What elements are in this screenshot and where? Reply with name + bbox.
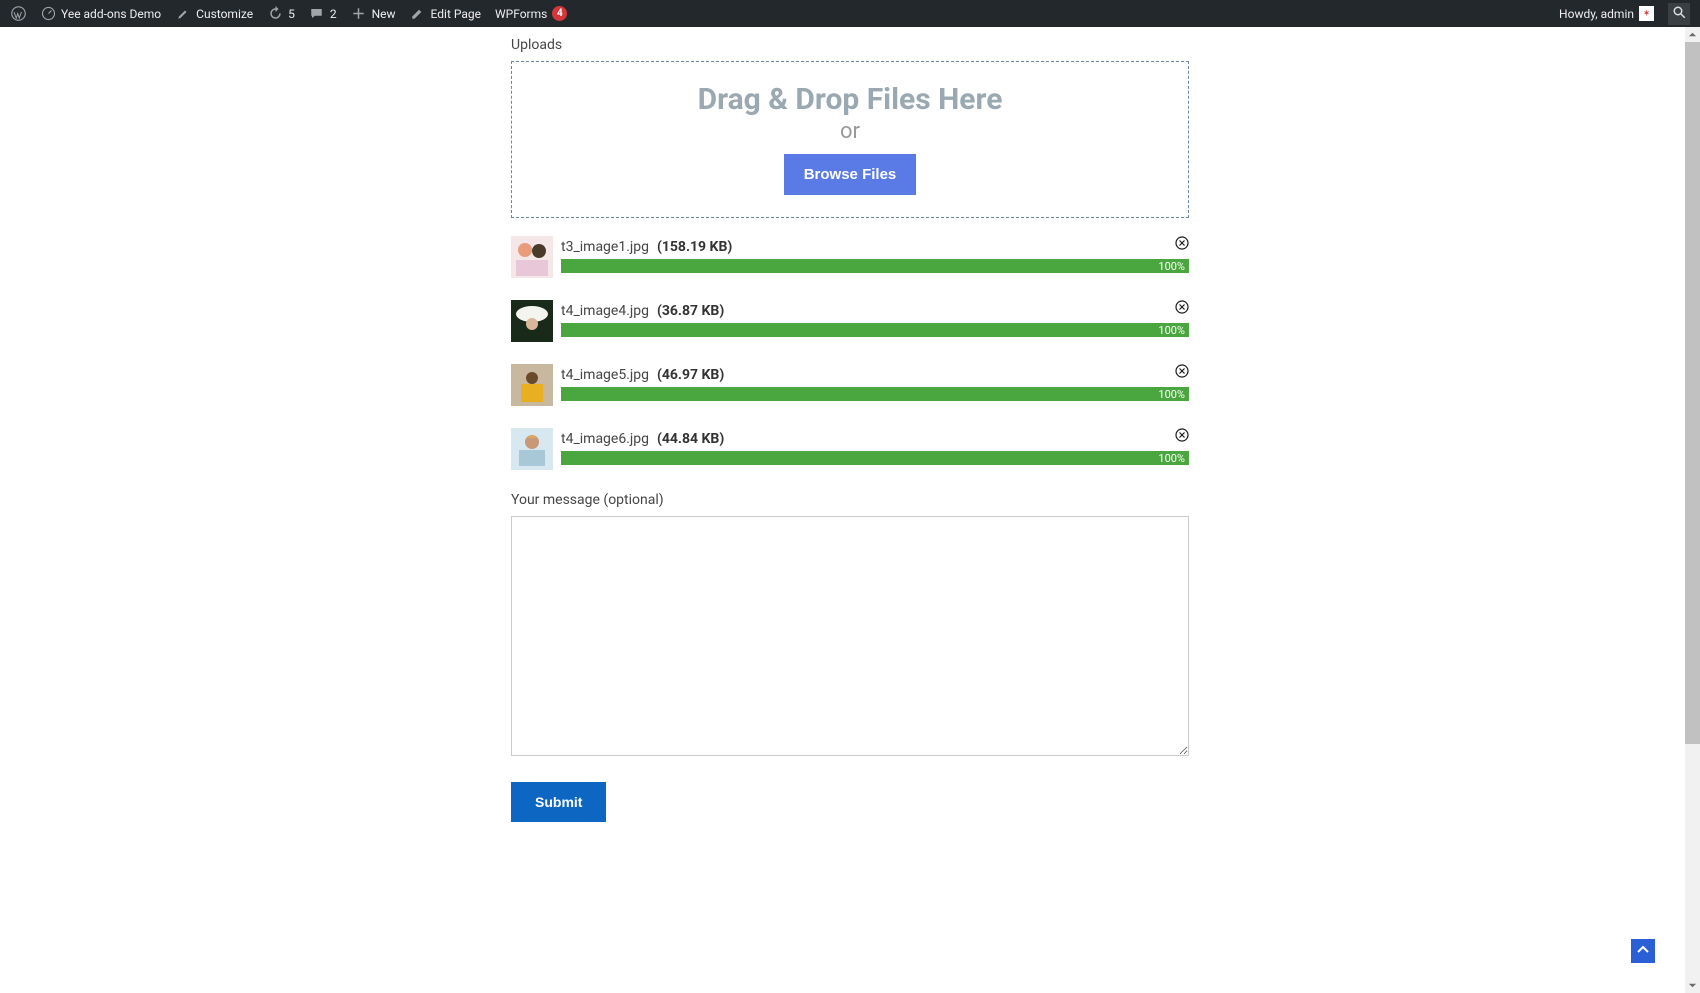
upload-filename: t4_image5.jpg [561,367,649,383]
upload-progress-bar: 100% [561,451,1189,465]
remove-file-button[interactable] [1175,300,1189,314]
upload-progress-label: 100% [1158,388,1189,401]
edit-page-label: Edit Page [431,7,481,21]
upload-progress-bar: 100% [561,323,1189,337]
upload-filename: t3_image1.jpg [561,239,649,255]
wpforms-label: WPForms [495,7,547,21]
uploads-label: Uploads [511,37,1189,53]
upload-filesize: (36.87 KB) [657,303,724,319]
scroll-up-arrow[interactable] [1685,27,1700,42]
upload-row: t4_image6.jpg (44.84 KB) 100% [511,428,1189,470]
upload-progress-label: 100% [1158,324,1189,337]
upload-header: t3_image1.jpg (158.19 KB) [561,236,1189,255]
file-dropzone[interactable]: Drag & Drop Files Here or Browse Files [511,61,1189,218]
customize-label: Customize [196,7,253,21]
upload-header: t4_image4.jpg (36.87 KB) [561,300,1189,319]
upload-filesize: (46.97 KB) [657,367,724,383]
new-label: New [372,7,396,21]
upload-row: t4_image4.jpg (36.87 KB) 100% [511,300,1189,342]
wpforms-badge: 4 [552,6,567,21]
admin-bar-right: Howdy, admin ✶ [1559,3,1690,25]
upload-info: t4_image4.jpg (36.87 KB) 100% [561,300,1189,337]
upload-filename: t4_image4.jpg [561,303,649,319]
browse-files-button[interactable]: Browse Files [784,154,917,195]
wordpress-icon [10,6,26,22]
howdy-label: Howdy, admin [1559,7,1634,21]
wpforms-menu[interactable]: WPForms 4 [495,6,567,21]
upload-filesize: (44.84 KB) [657,431,724,447]
scrollbar[interactable] [1685,27,1700,993]
refresh-icon [267,6,283,22]
upload-progress-label: 100% [1158,260,1189,273]
dashboard-icon [40,6,56,22]
dropzone-title: Drag & Drop Files Here [522,82,1178,117]
message-textarea[interactable] [511,516,1189,756]
admin-search-button[interactable] [1668,3,1690,25]
remove-file-button[interactable] [1175,364,1189,378]
comments-menu[interactable]: 2 [309,6,337,22]
submit-button[interactable]: Submit [511,782,606,822]
scroll-to-top-button[interactable] [1631,939,1655,963]
plus-icon [351,6,367,22]
site-name-label: Yee add-ons Demo [61,7,161,21]
upload-filesize: (158.19 KB) [657,239,732,255]
comment-icon [309,6,325,22]
updates-menu[interactable]: 5 [267,6,295,22]
avatar: ✶ [1639,6,1654,21]
upload-header: t4_image6.jpg (44.84 KB) [561,428,1189,447]
upload-thumbnail [511,428,553,470]
upload-filename: t4_image6.jpg [561,431,649,447]
scroll-down-arrow[interactable] [1685,978,1700,993]
upload-info: t4_image6.jpg (44.84 KB) 100% [561,428,1189,465]
comments-count: 2 [330,7,337,21]
scrollbar-thumb[interactable] [1685,42,1700,744]
customize-menu[interactable]: Customize [175,6,253,22]
upload-row: t4_image5.jpg (46.97 KB) 100% [511,364,1189,406]
form-content: Uploads Drag & Drop Files Here or Browse… [511,27,1189,862]
upload-header: t4_image5.jpg (46.97 KB) [561,364,1189,383]
remove-file-button[interactable] [1175,236,1189,250]
search-icon [1672,5,1687,23]
updates-count: 5 [288,7,295,21]
scrollbar-track[interactable] [1685,42,1700,978]
site-name-menu[interactable]: Yee add-ons Demo [40,6,161,22]
upload-progress-bar: 100% [561,387,1189,401]
wp-logo-menu[interactable] [10,6,26,22]
pencil-icon [410,6,426,22]
edit-page-menu[interactable]: Edit Page [410,6,481,22]
upload-thumbnail [511,364,553,406]
chevron-up-icon [1636,942,1650,961]
new-menu[interactable]: New [351,6,396,22]
upload-progress-bar: 100% [561,259,1189,273]
admin-bar-left: Yee add-ons Demo Customize 5 2 New [10,6,567,22]
dropzone-or: or [522,119,1178,144]
wp-admin-bar: Yee add-ons Demo Customize 5 2 New [0,0,1700,27]
upload-thumbnail [511,300,553,342]
remove-file-button[interactable] [1175,428,1189,442]
upload-info: t3_image1.jpg (158.19 KB) 100% [561,236,1189,273]
upload-info: t4_image5.jpg (46.97 KB) 100% [561,364,1189,401]
upload-row: t3_image1.jpg (158.19 KB) 100% [511,236,1189,278]
howdy-menu[interactable]: Howdy, admin ✶ [1559,6,1654,21]
upload-progress-label: 100% [1158,452,1189,465]
brush-icon [175,6,191,22]
upload-thumbnail [511,236,553,278]
message-label: Your message (optional) [511,492,1189,508]
